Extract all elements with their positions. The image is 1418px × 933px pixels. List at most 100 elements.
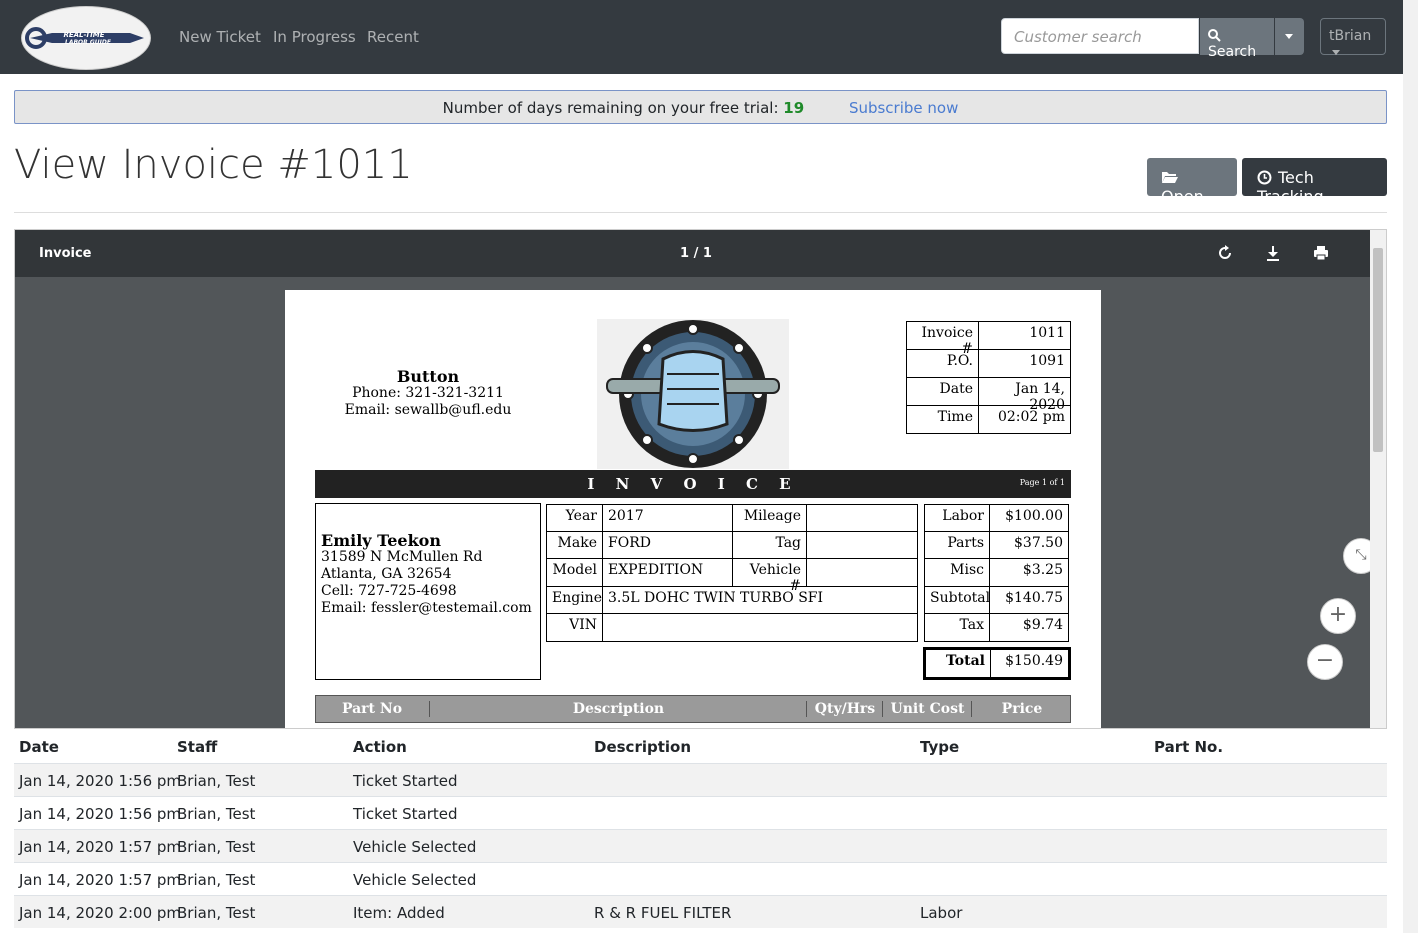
table-row: Jan 14, 2020 1:56 pm Brian, Test Ticket … [14, 796, 1387, 829]
invoice-heading-bar: I N V O I C E Page 1 of 1 [315, 470, 1071, 498]
col-description: Description [429, 701, 807, 717]
customer-city: Atlanta, GA 32654 [321, 566, 452, 582]
nav-in-progress[interactable]: In Progress [273, 28, 356, 46]
page-scrollbar[interactable] [1403, 0, 1418, 933]
subtotal-value: $140.75 [989, 586, 1069, 614]
total-value: $150.49 [990, 647, 1071, 680]
zoom-out-icon[interactable]: − [1307, 644, 1343, 680]
time-label: Time [906, 405, 979, 434]
row-action: Ticket Started [353, 772, 458, 790]
pdf-doc-title: Invoice [39, 246, 92, 261]
pdf-toolbar: Invoice 1 / 1 [15, 230, 1371, 277]
folder-open-icon [1162, 172, 1178, 183]
mileage-value [806, 504, 918, 532]
svg-text:REAL-TIME: REAL-TIME [63, 31, 104, 39]
invoice-heading: I N V O I C E [587, 475, 799, 493]
parts-value: $37.50 [989, 531, 1069, 559]
tag-label: Tag [732, 531, 807, 559]
tech-tracking-button[interactable]: Tech Tracking [1242, 158, 1387, 206]
vin-label: VIN [546, 613, 603, 642]
row-staff: Brian, Test [177, 904, 256, 922]
tax-label: Tax [924, 613, 990, 642]
make-label: Make [546, 531, 603, 559]
row-action: Item: Added [353, 904, 445, 922]
vehicle-number-label: Vehicle # [732, 558, 807, 594]
model-label: Model [546, 558, 603, 587]
pdf-viewer: Invoice 1 / 1 Button Phone: 321-321-3211… [14, 229, 1387, 729]
history-header-description: Description [594, 738, 692, 756]
nav-new-ticket[interactable]: New Ticket [179, 28, 261, 46]
print-icon[interactable] [1312, 244, 1330, 262]
search-button-label: Search [1208, 44, 1257, 60]
row-description: R & R FUEL FILTER [594, 904, 732, 922]
pdf-page-indicator: 1 / 1 [680, 246, 712, 261]
row-action: Ticket Started [353, 805, 458, 823]
wrench-arrow-logo-icon: REAL-TIME LABOR GUIDE [25, 27, 144, 49]
trial-days-count: 19 [783, 99, 805, 117]
row-staff: Brian, Test [177, 871, 256, 889]
mileage-label: Mileage [732, 504, 807, 532]
navbar: REAL-TIME LABOR GUIDE New Ticket In Prog… [0, 0, 1403, 74]
pdf-scrollbar-thumb[interactable] [1373, 248, 1383, 452]
open-button[interactable]: Open [1147, 158, 1237, 206]
download-icon[interactable] [1264, 244, 1282, 262]
tax-value: $9.74 [989, 613, 1069, 642]
history-header-part-no: Part No. [1154, 738, 1224, 756]
customer-address: 31589 N McMullen Rd [321, 549, 483, 565]
misc-label: Misc [924, 558, 990, 587]
history-header-type: Type [920, 738, 960, 756]
total-label: Total [923, 647, 991, 680]
col-part-no: Part No [341, 701, 403, 717]
subscribe-link[interactable]: Subscribe now [849, 99, 958, 117]
nav-recent[interactable]: Recent [367, 28, 419, 46]
page-of-label: Page 1 of 1 [1019, 478, 1065, 487]
page-title: View Invoice #1011 [14, 142, 413, 188]
pdf-scrollbar[interactable] [1370, 230, 1386, 728]
divider [14, 212, 1387, 213]
rotate-icon[interactable] [1216, 244, 1234, 262]
table-row: Jan 14, 2020 1:57 pm Brian, Test Vehicle… [14, 829, 1387, 862]
row-type: Labor [920, 904, 963, 922]
trial-text: Number of days remaining on your free tr… [442, 99, 779, 117]
history-header-action: Action [353, 738, 407, 756]
row-staff: Brian, Test [177, 838, 256, 856]
chevron-down-icon [1285, 34, 1293, 39]
vehicle-number-value [806, 558, 918, 587]
table-row: Jan 14, 2020 1:57 pm Brian, Test Vehicle… [14, 862, 1387, 895]
make-value: FORD [602, 531, 733, 559]
table-row: Jan 14, 2020 2:00 pm Brian, Test Item: A… [14, 895, 1387, 928]
shop-name: Button [396, 367, 460, 386]
model-value: EXPEDITION [602, 558, 733, 587]
search-options-dropdown[interactable] [1275, 18, 1304, 55]
engine-label: Engine [546, 586, 603, 614]
po-value: 1091 [978, 349, 1071, 378]
parts-label: Parts [924, 531, 990, 559]
customer-search-input[interactable]: Customer search [1001, 18, 1199, 54]
row-staff: Brian, Test [177, 772, 256, 790]
user-menu-button[interactable]: tBrian [1320, 18, 1386, 55]
row-action: Vehicle Selected [353, 838, 477, 856]
zoom-in-icon[interactable]: + [1320, 598, 1356, 634]
date-label: Date [906, 377, 979, 406]
po-label: P.O. [906, 349, 979, 378]
open-button-label: Open [1161, 187, 1204, 206]
clock-icon [1257, 170, 1272, 185]
invoice-number-label: Invoice # [906, 321, 979, 357]
search-button[interactable]: Search [1200, 18, 1274, 60]
search-icon [1208, 29, 1221, 42]
row-date: Jan 14, 2020 2:00 pm [19, 904, 182, 922]
caret-down-icon [1332, 49, 1340, 55]
row-date: Jan 14, 2020 1:57 pm [19, 838, 182, 856]
year-label: Year [546, 504, 603, 532]
user-name: tBrian [1329, 28, 1372, 44]
labor-value: $100.00 [989, 504, 1069, 532]
table-row: Jan 14, 2020 1:56 pm Brian, Test Ticket … [14, 763, 1387, 796]
subtotal-label: Subtotal [924, 586, 990, 614]
shop-phone: Phone: 321-321-3211 [352, 385, 504, 401]
row-date: Jan 14, 2020 1:56 pm [19, 805, 182, 823]
tag-value [806, 531, 918, 559]
app-logo[interactable]: REAL-TIME LABOR GUIDE [21, 6, 151, 70]
row-date: Jan 14, 2020 1:57 pm [19, 871, 182, 889]
customer-name: Emily Teekon [321, 531, 441, 550]
shop-email: Email: sewallb@ufl.edu [344, 402, 512, 418]
